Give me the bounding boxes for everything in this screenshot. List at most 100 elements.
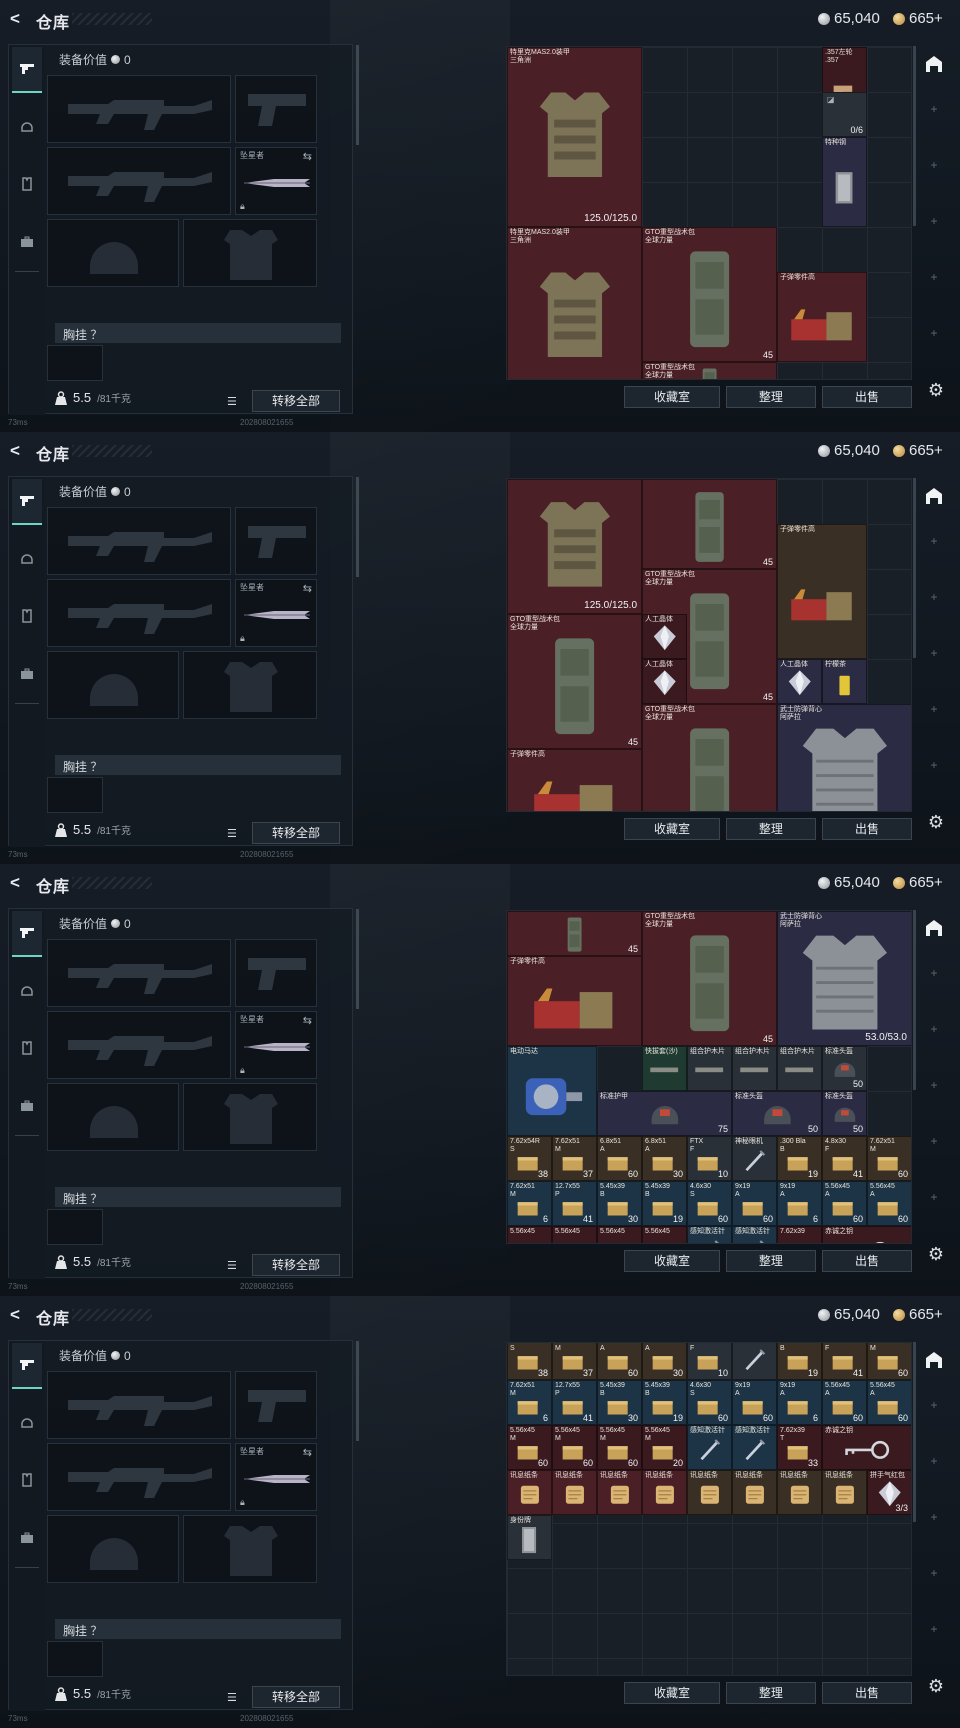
collection-room-button[interactable]: 收藏室 xyxy=(624,386,720,408)
add-page-plus-icon[interactable]: + xyxy=(928,966,940,980)
equipment-scrollbar[interactable] xyxy=(356,477,359,577)
storage-item[interactable]: 标准头盔 50 xyxy=(732,1091,822,1136)
tab-weapons[interactable] xyxy=(12,479,42,525)
gold-currency[interactable]: 665+ xyxy=(893,874,943,891)
tab-weapons[interactable] xyxy=(12,911,42,957)
storage-item[interactable]: 感知激活针 xyxy=(732,1425,777,1470)
storage-item[interactable]: FTX F 10 xyxy=(687,1136,732,1181)
tab-backpack[interactable] xyxy=(12,1083,42,1129)
primary-weapon-slot[interactable] xyxy=(47,939,231,1007)
tab-backpack[interactable] xyxy=(12,219,42,265)
back-arrow-icon[interactable]: < xyxy=(10,1306,26,1324)
sort-button[interactable]: 整理 xyxy=(725,818,816,840)
melee-slot[interactable]: 坠星者 ⇆ 🔒︎ xyxy=(235,1443,317,1511)
add-page-plus-icon[interactable]: + xyxy=(928,758,940,772)
tab-armor[interactable] xyxy=(12,535,42,581)
equipment-scrollbar[interactable] xyxy=(356,45,359,145)
add-page-plus-icon[interactable]: + xyxy=(928,214,940,228)
storage-item[interactable]: 5.56x45 xyxy=(597,1226,642,1243)
storage-item[interactable]: 12.7x55 P 41 xyxy=(552,1380,597,1425)
sidearm-slot[interactable] xyxy=(235,75,317,143)
chest-rig-slot[interactable] xyxy=(47,1641,103,1677)
secondary-weapon-slot[interactable] xyxy=(47,1443,231,1511)
storage-item[interactable]: 赤诚之钥 xyxy=(822,1425,911,1470)
gear-icon[interactable]: ⚙ xyxy=(926,1244,946,1264)
add-page-plus-icon[interactable]: + xyxy=(928,1454,940,1468)
storage-item[interactable]: 9x19 A 6 xyxy=(777,1380,822,1425)
storage-item[interactable]: 6.8x51 A 60 xyxy=(597,1343,642,1380)
tab-armor[interactable] xyxy=(12,1399,42,1445)
add-page-plus-icon[interactable]: + xyxy=(928,534,940,548)
storage-item[interactable]: 6.8x51 A 30 xyxy=(642,1136,687,1181)
equipment-scrollbar[interactable] xyxy=(356,1341,359,1441)
storage-item[interactable]: 感知激活针 xyxy=(732,1226,777,1243)
storage-item[interactable]: 人工晶体 xyxy=(777,659,822,704)
add-page-plus-icon[interactable]: + xyxy=(928,1022,940,1036)
collection-room-button[interactable]: 收藏室 xyxy=(624,1682,720,1704)
sort-button[interactable]: 整理 xyxy=(725,1682,816,1704)
secondary-weapon-slot[interactable] xyxy=(47,579,231,647)
storage-item[interactable]: 标准护甲 75 xyxy=(597,1091,732,1136)
storage-item[interactable]: 5.56x45 xyxy=(642,1226,687,1243)
storage-item[interactable]: 人工晶体 xyxy=(642,659,687,704)
add-page-plus-icon[interactable]: + xyxy=(928,1078,940,1092)
storage-item[interactable]: 5.56x45 xyxy=(552,1226,597,1243)
storage-item[interactable]: 7.62x54R S 38 xyxy=(507,1136,552,1181)
sort-button[interactable]: 整理 xyxy=(725,386,816,408)
storage-item[interactable]: 感知激活针 xyxy=(687,1425,732,1470)
storage-page-icon[interactable] xyxy=(922,54,946,78)
storage-item[interactable]: 5.56x45 xyxy=(507,1226,552,1243)
storage-item[interactable]: 神秘眼机 xyxy=(732,1136,777,1181)
add-page-plus-icon[interactable]: + xyxy=(928,102,940,116)
transfer-all-button[interactable]: 转移全部 xyxy=(252,390,340,412)
secondary-weapon-slot[interactable] xyxy=(47,1011,231,1079)
collection-room-button[interactable]: 收藏室 xyxy=(624,1250,720,1272)
chest-rig-slot[interactable] xyxy=(47,777,103,813)
storage-item[interactable]: 神秘眼机 xyxy=(732,1343,777,1380)
storage-item[interactable]: 子弹零件高 xyxy=(777,524,867,659)
gear-icon[interactable]: ⚙ xyxy=(926,380,946,400)
storage-item[interactable]: 感知激活针 xyxy=(687,1226,732,1243)
storage-scrollbar[interactable] xyxy=(913,46,916,226)
transfer-all-button[interactable]: 转移全部 xyxy=(252,1254,340,1276)
back-arrow-icon[interactable]: < xyxy=(10,442,26,460)
storage-item[interactable]: 7.62x54R S 38 xyxy=(507,1343,552,1380)
storage-item[interactable]: 5.45x39 B 30 xyxy=(597,1380,642,1425)
add-page-plus-icon[interactable]: + xyxy=(928,1398,940,1412)
storage-item[interactable]: 讯息纸条 xyxy=(777,1470,822,1515)
list-icon[interactable]: ☰ xyxy=(227,1259,241,1272)
storage-item[interactable]: .300 Bla B 19 xyxy=(777,1343,822,1380)
storage-item[interactable]: 7.62x51 M 37 xyxy=(552,1343,597,1380)
storage-item[interactable]: 人工晶体 xyxy=(642,614,687,659)
storage-item[interactable]: 身份牌 xyxy=(507,1515,552,1560)
storage-item[interactable]: 武士防弹背心 阿萨拉 xyxy=(777,704,911,811)
storage-item[interactable]: 组合护木片 xyxy=(732,1046,777,1091)
melee-slot[interactable]: 坠星者 ⇆ 🔒︎ xyxy=(235,147,317,215)
tab-vest[interactable] xyxy=(12,1457,42,1503)
storage-item[interactable]: 特里克MAS2.0装甲 三角洲 xyxy=(507,227,642,379)
storage-item[interactable]: 5.56x45 A 60 xyxy=(822,1380,867,1425)
storage-item[interactable]: 讯息纸条 xyxy=(687,1470,732,1515)
storage-item[interactable]: 组合护木片 xyxy=(687,1046,732,1091)
tab-armor[interactable] xyxy=(12,967,42,1013)
chest-rig-slot[interactable] xyxy=(47,345,103,381)
storage-item[interactable]: FTX F 10 xyxy=(687,1343,732,1380)
storage-page-icon[interactable] xyxy=(922,918,946,942)
storage-item[interactable]: 7.62x51 M 6 xyxy=(507,1181,552,1226)
storage-item[interactable]: 6.8x51 A 30 xyxy=(642,1343,687,1380)
list-icon[interactable]: ☰ xyxy=(227,827,241,840)
storage-item[interactable]: 子弹零件高 xyxy=(507,956,642,1046)
sidearm-slot[interactable] xyxy=(235,939,317,1007)
swap-icon[interactable]: ⇆ xyxy=(303,150,312,163)
storage-item[interactable]: 7.62x51 M 37 xyxy=(552,1136,597,1181)
storage-item[interactable]: 讯息纸条 xyxy=(597,1470,642,1515)
storage-item[interactable]: 5.56x45 M 60 xyxy=(597,1425,642,1470)
storage-item[interactable]: 5.56x45 A 60 xyxy=(822,1181,867,1226)
storage-item[interactable]: 5.45x39 B 30 xyxy=(597,1181,642,1226)
storage-item[interactable]: 标准头盔 50 xyxy=(822,1091,867,1136)
gear-icon[interactable]: ⚙ xyxy=(926,1676,946,1696)
tab-vest[interactable] xyxy=(12,161,42,207)
storage-item[interactable]: 4.8x30 F 41 xyxy=(822,1343,867,1380)
storage-item[interactable]: GTO重型战术包 全球力量 45 xyxy=(642,911,777,1046)
swap-icon[interactable]: ⇆ xyxy=(303,1446,312,1459)
